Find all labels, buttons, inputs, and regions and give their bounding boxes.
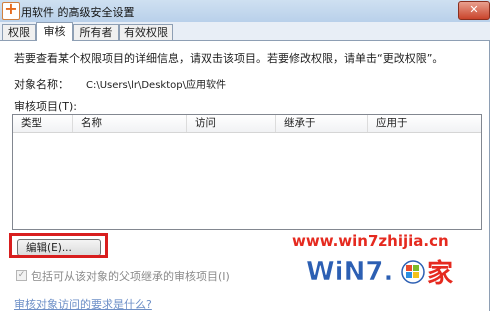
column-header-access[interactable]: 访问: [187, 115, 276, 132]
watermark-url: www.win7zhijia.cn: [292, 232, 449, 250]
tab-effective-permissions[interactable]: 有效权限: [119, 24, 173, 40]
tab-permissions[interactable]: 权限: [2, 24, 36, 40]
windows-flag-icon: [401, 260, 425, 284]
window-title: 用软件 的高级安全设置: [21, 6, 135, 19]
tab-auditing[interactable]: 审核: [36, 22, 73, 41]
audit-entries-list[interactable]: 类型 名称 访问 继承于 应用于: [12, 114, 482, 230]
instruction-text: 若要查看某个权限项目的详细信息，请双击该项目。若要修改权限，请单击“更改权限”。: [14, 52, 444, 65]
close-button[interactable]: ✕: [458, 1, 490, 20]
column-header-type[interactable]: 类型: [13, 115, 73, 132]
audit-entries-label: 审核项目(T):: [14, 100, 78, 113]
column-header-inherited-from[interactable]: 继承于: [276, 115, 368, 132]
app-icon: [2, 0, 20, 20]
watermark-logo: WiN7. 家: [306, 257, 453, 289]
object-name-value: C:\Users\lr\Desktop\应用软件: [86, 80, 226, 91]
tab-owner[interactable]: 所有者: [73, 24, 119, 40]
column-header-applies-to[interactable]: 应用于: [368, 115, 481, 132]
column-header-name[interactable]: 名称: [73, 115, 187, 132]
inherit-checkbox-label: 包括可从该对象的父项继承的审核项目(I): [31, 270, 230, 283]
inherit-checkbox[interactable]: ✓: [16, 270, 27, 281]
watermark-logo-char: 家: [427, 258, 453, 289]
audit-help-link[interactable]: 审核对象访问的要求是什么?: [14, 296, 152, 312]
list-header: 类型 名称 访问 继承于 应用于: [13, 115, 481, 133]
tab-strip: 权限 审核 所有者 有效权限: [0, 22, 490, 41]
title-bar: 用软件 的高级安全设置 ✕: [0, 0, 490, 23]
object-name-label: 对象名称：: [14, 78, 69, 91]
watermark-logo-text: WiN7.: [306, 257, 393, 287]
highlight-annotation: [9, 233, 108, 258]
